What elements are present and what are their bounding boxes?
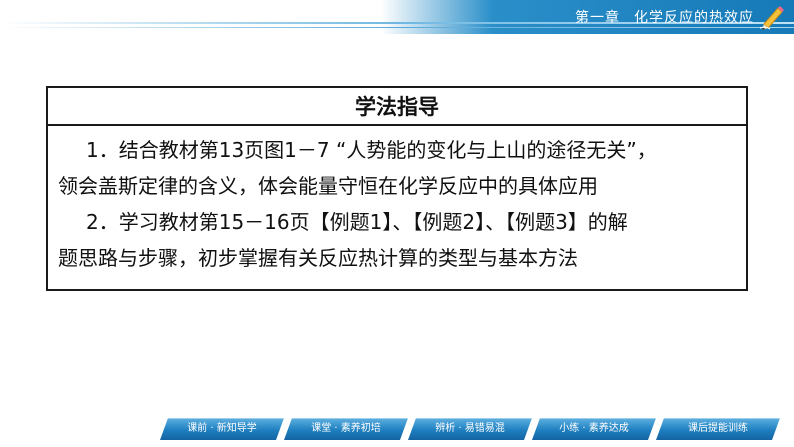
header-band: 第一章 化学反应的热效应 <box>0 0 794 34</box>
nav-button-analysis[interactable]: 辨析 · 易错易混 <box>408 418 532 440</box>
nav-button-in-class[interactable]: 课堂 · 素养初培 <box>284 418 408 440</box>
guide-body: 1．结合教材第13页图1－7 “人势能的变化与上山的途径无关”， 领会盖斯定律的… <box>48 126 746 276</box>
chapter-label: 第一章 <box>575 10 620 26</box>
guide-title: 学法指导 <box>48 88 746 126</box>
guide-item-1-line-2: 领会盖斯定律的含义，体会能量守恒在化学反应中的具体应用 <box>58 174 598 198</box>
nav-button-pre-class[interactable]: 课前 · 新知导学 <box>160 418 284 440</box>
guide-item-2-line-1: 2．学习教材第15－16页【例题1】、【例题2】、【例题3】的解 <box>86 210 628 234</box>
study-guide-box: 学法指导 1．结合教材第13页图1－7 “人势能的变化与上山的途径无关”， 领会… <box>46 86 748 291</box>
nav-button-practice[interactable]: 小练 · 素养达成 <box>532 418 656 440</box>
chapter-title: 化学反应的热效应 <box>634 10 754 26</box>
header-title: 第一章 化学反应的热效应 <box>561 6 754 30</box>
guide-item-2-line-2: 题思路与步骤，初步掌握有关反应热计算的类型与基本方法 <box>58 246 578 270</box>
pencil-icon <box>759 6 784 30</box>
guide-item-1-line-1: 1．结合教材第13页图1－7 “人势能的变化与上山的途径无关”， <box>86 138 657 162</box>
nav-button-after-class[interactable]: 课后提能训练 <box>656 418 780 440</box>
